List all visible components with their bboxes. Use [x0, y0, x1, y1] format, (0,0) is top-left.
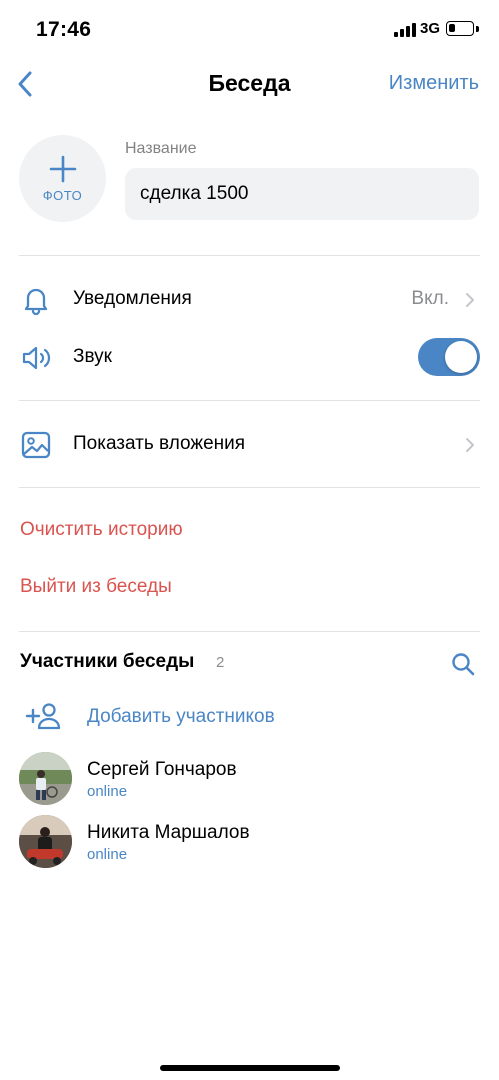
- members-count: 2: [216, 654, 225, 671]
- status-time: 17:46: [36, 18, 92, 41]
- member-name: Никита Маршалов: [87, 822, 250, 843]
- image-icon: [21, 431, 51, 459]
- battery-icon: [446, 21, 474, 36]
- edit-button[interactable]: Изменить: [389, 72, 479, 95]
- sound-toggle[interactable]: [418, 338, 480, 376]
- member-status: online: [87, 846, 128, 863]
- chat-name-input[interactable]: [125, 168, 479, 220]
- navigation-bar: Беседа Изменить: [0, 56, 499, 112]
- battery-level: [449, 24, 455, 32]
- show-attachments-label: Показать вложения: [73, 433, 246, 454]
- member-status: online: [87, 783, 128, 800]
- member-item[interactable]: Никита Маршалов online: [0, 815, 499, 875]
- network-type: 3G: [420, 20, 441, 37]
- divider: [19, 487, 480, 488]
- add-members-label: Добавить участников: [87, 706, 275, 727]
- plus-icon: [49, 155, 77, 183]
- home-indicator: [160, 1065, 340, 1071]
- show-attachments-row[interactable]: Показать вложения: [0, 416, 499, 472]
- speaker-icon: [22, 346, 51, 370]
- avatar: [19, 815, 72, 868]
- member-name: Сергей Гончаров: [87, 759, 237, 780]
- chevron-right-icon: [466, 293, 474, 307]
- clear-history-button[interactable]: Очистить историю: [20, 519, 183, 541]
- notifications-value: Вкл.: [411, 288, 449, 309]
- divider: [19, 255, 480, 256]
- search-icon[interactable]: [450, 651, 476, 677]
- name-label: Название: [125, 140, 197, 157]
- battery-cap: [476, 26, 479, 32]
- status-bar: 17:46 3G: [0, 0, 499, 56]
- avatar: [19, 752, 72, 805]
- members-title: Участники беседы: [20, 651, 195, 672]
- toggle-knob: [445, 341, 477, 373]
- add-user-icon: [25, 703, 61, 730]
- add-photo-button[interactable]: ФОТО: [19, 135, 106, 222]
- cellular-signal-icon: [394, 23, 416, 37]
- add-members-button[interactable]: Добавить участников: [0, 695, 499, 739]
- member-item[interactable]: Сергей Гончаров online: [0, 752, 499, 812]
- notifications-row[interactable]: Уведомления Вкл.: [0, 271, 499, 327]
- bell-icon: [24, 288, 48, 315]
- leave-chat-button[interactable]: Выйти из беседы: [20, 576, 172, 598]
- notifications-label: Уведомления: [73, 288, 192, 309]
- divider: [19, 400, 480, 401]
- divider: [19, 631, 480, 632]
- chevron-right-icon: [466, 438, 474, 452]
- photo-label: ФОТО: [42, 188, 83, 203]
- sound-label: Звук: [73, 346, 112, 367]
